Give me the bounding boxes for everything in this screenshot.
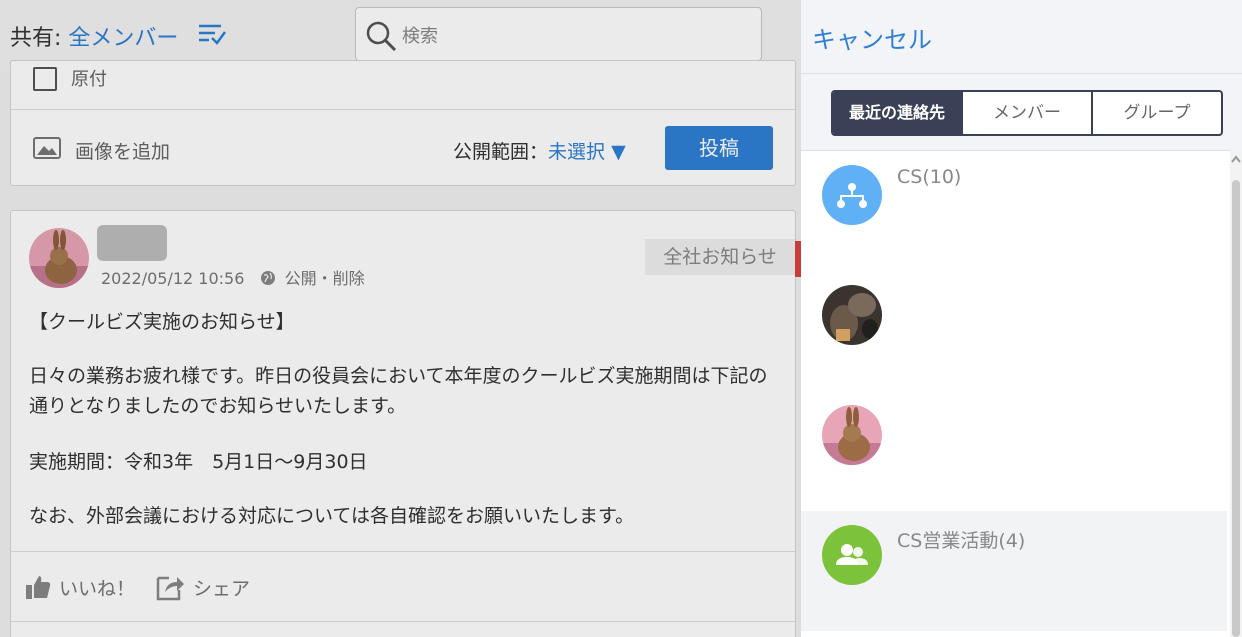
tab-groups[interactable]: グループ — [1093, 92, 1221, 134]
contact-list: CS(10) CS営業活動(4) — [801, 151, 1227, 637]
list-item[interactable]: CS営業活動(4) — [801, 511, 1227, 631]
list-item[interactable]: CS(10) — [801, 151, 1227, 271]
segmented-control: 最近の連絡先 メンバー グループ — [831, 90, 1223, 136]
chevron-up-icon[interactable] — [1230, 154, 1242, 164]
contact-picker-panel: キャンセル 最近の連絡先 メンバー グループ CS(10) CS営業活動(4) — [801, 0, 1242, 637]
contact-name: CS営業活動(4) — [897, 530, 1026, 552]
list-item[interactable] — [801, 271, 1227, 391]
cat-avatar — [822, 285, 882, 345]
scrollbar-thumb[interactable] — [1232, 180, 1240, 637]
list-item[interactable] — [801, 391, 1227, 511]
segment-bar: 最近の連絡先 メンバー グループ — [801, 74, 1242, 151]
feed-area: 共有: 全メンバー 検索 原付 画像を追加 公開範囲：未選択 ▼ 投稿 2022… — [0, 0, 801, 637]
org-chart-icon — [822, 165, 882, 225]
tab-recent-contacts[interactable]: 最近の連絡先 — [833, 92, 963, 134]
scrollbar[interactable] — [1230, 150, 1242, 637]
contact-name: CS(10) — [897, 166, 962, 188]
panel-header: キャンセル — [801, 0, 1242, 74]
rabbit-avatar — [822, 405, 882, 465]
tab-members[interactable]: メンバー — [963, 92, 1093, 134]
group-icon — [822, 525, 882, 585]
cancel-button[interactable]: キャンセル — [812, 20, 932, 55]
overlay-dim — [0, 0, 801, 637]
